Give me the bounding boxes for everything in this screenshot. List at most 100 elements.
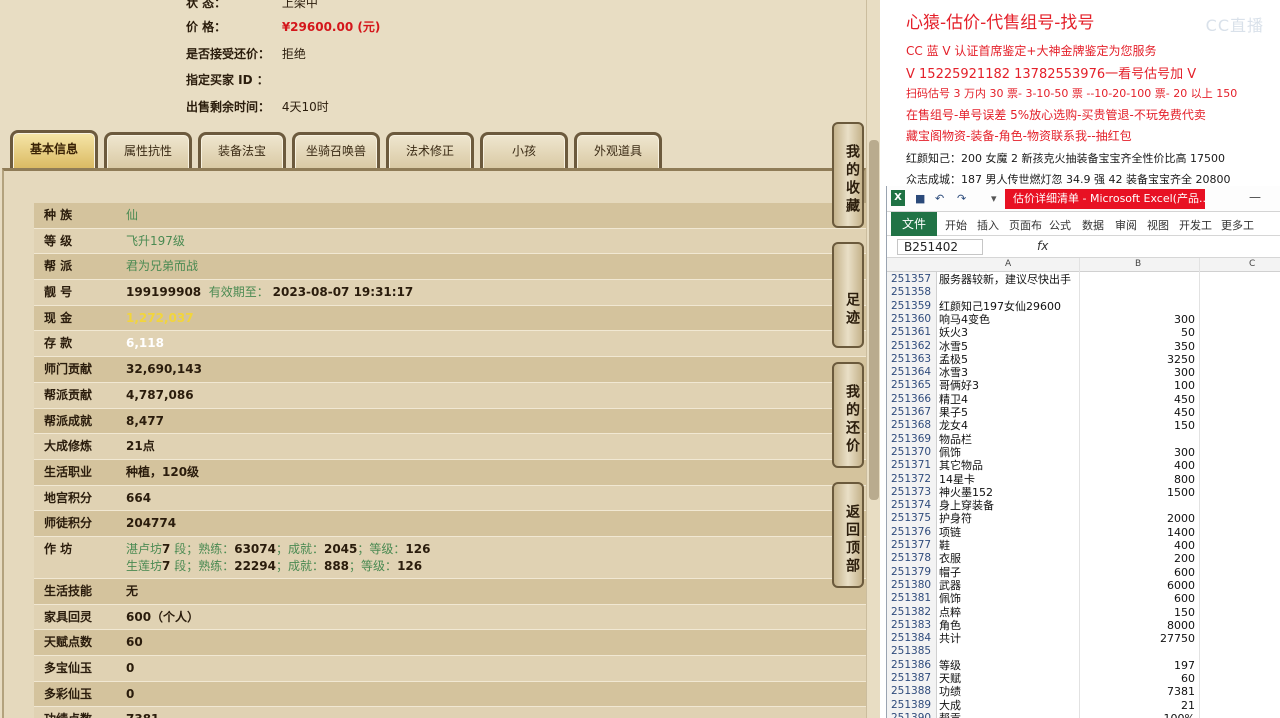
cell-a[interactable]: 冰雪3 bbox=[939, 366, 1079, 379]
cell-a[interactable]: 武器 bbox=[939, 579, 1079, 592]
cell-b[interactable]: 600 bbox=[1081, 592, 1195, 605]
tab-spell-mods[interactable]: 法术修正 bbox=[386, 132, 474, 170]
cell-a[interactable]: 服务器较新，建议尽快出手 bbox=[939, 273, 1079, 286]
tab-mounts-pets[interactable]: 坐骑召唤兽 bbox=[292, 132, 380, 170]
cell-b[interactable]: 300 bbox=[1081, 366, 1195, 379]
cell-b[interactable]: 450 bbox=[1081, 406, 1195, 419]
ribbon-tab-review[interactable]: 审阅 bbox=[1115, 217, 1137, 233]
cell-a[interactable]: 大成 bbox=[939, 699, 1079, 712]
col-header-b[interactable]: B bbox=[1135, 259, 1141, 269]
cell-b[interactable]: 8000 bbox=[1081, 619, 1195, 632]
cell-b[interactable]: 2000 bbox=[1081, 512, 1195, 525]
tab-equipment[interactable]: 装备法宝 bbox=[198, 132, 286, 170]
cell-b[interactable]: 1400 bbox=[1081, 526, 1195, 539]
ribbon-tab-layout[interactable]: 页面布 bbox=[1009, 217, 1042, 233]
my-offers-button[interactable]: 我的还价 bbox=[832, 362, 864, 468]
page-scrollbar[interactable] bbox=[866, 0, 880, 718]
cell-b[interactable]: 150 bbox=[1081, 606, 1195, 619]
redo-icon[interactable]: ↷ bbox=[957, 192, 966, 205]
sheet-row[interactable]: 251389 大成 21 bbox=[887, 699, 1280, 712]
sheet-row[interactable]: 251372 14星卡 800 bbox=[887, 473, 1280, 486]
sheet-row[interactable]: 251370 佩饰 300 bbox=[887, 446, 1280, 459]
cell-b[interactable]: 6000 bbox=[1081, 579, 1195, 592]
undo-icon[interactable]: ↶ bbox=[935, 192, 944, 205]
cell-a[interactable]: 冰雪5 bbox=[939, 340, 1079, 353]
sheet-row[interactable]: 251359 红颜知己197女仙29600 bbox=[887, 300, 1280, 313]
cell-a[interactable]: 功绩 bbox=[939, 685, 1079, 698]
cell-b[interactable]: 100% bbox=[1081, 712, 1195, 718]
cell-b[interactable]: 400 bbox=[1081, 459, 1195, 472]
cell-b[interactable]: 50 bbox=[1081, 326, 1195, 339]
sheet-row[interactable]: 251363 孟极5 3250 bbox=[887, 353, 1280, 366]
sheet-row[interactable]: 251380 武器 6000 bbox=[887, 579, 1280, 592]
sheet-row[interactable]: 251367 果子5 450 bbox=[887, 406, 1280, 419]
spreadsheet-grid[interactable]: A B C 251357 服务器较新，建议尽快出手 251358 251359 红颜知己… bbox=[887, 258, 1280, 718]
sheet-row[interactable]: 251361 妖火3 50 bbox=[887, 326, 1280, 339]
sheet-row[interactable]: 251388 功绩 7381 bbox=[887, 685, 1280, 698]
customize-icon[interactable]: ▾ bbox=[991, 192, 997, 205]
tab-children[interactable]: 小孩 bbox=[480, 132, 568, 170]
cell-b[interactable]: 450 bbox=[1081, 393, 1195, 406]
cell-a[interactable]: 帽子 bbox=[939, 566, 1079, 579]
cell-a[interactable]: 哥俩好3 bbox=[939, 379, 1079, 392]
sheet-row[interactable]: 251377 鞋 400 bbox=[887, 539, 1280, 552]
sheet-row[interactable]: 251378 衣服 200 bbox=[887, 552, 1280, 565]
cell-b[interactable]: 21 bbox=[1081, 699, 1195, 712]
sheet-row[interactable]: 251386 等级 197 bbox=[887, 659, 1280, 672]
sheet-row[interactable]: 251360 响马4变色 300 bbox=[887, 313, 1280, 326]
sheet-row[interactable]: 251369 物品栏 bbox=[887, 433, 1280, 446]
tab-attributes[interactable]: 属性抗性 bbox=[104, 132, 192, 170]
scroll-thumb[interactable] bbox=[869, 140, 879, 500]
cell-a[interactable]: 响马4变色 bbox=[939, 313, 1079, 326]
cell-b[interactable]: 200 bbox=[1081, 552, 1195, 565]
cell-a[interactable]: 果子5 bbox=[939, 406, 1079, 419]
cell-a[interactable]: 点粹 bbox=[939, 606, 1079, 619]
cell-b[interactable]: 27750 bbox=[1081, 632, 1195, 645]
tab-appearance[interactable]: 外观道具 bbox=[574, 132, 662, 170]
ribbon-tab-data[interactable]: 数据 bbox=[1082, 217, 1104, 233]
cell-a[interactable]: 护身符 bbox=[939, 512, 1079, 525]
cell-a[interactable]: 红颜知己197女仙29600 bbox=[939, 300, 1079, 313]
cell-a[interactable]: 等级 bbox=[939, 659, 1079, 672]
sheet-row[interactable]: 251357 服务器较新，建议尽快出手 bbox=[887, 273, 1280, 286]
ribbon-tab-more[interactable]: 更多工 bbox=[1221, 217, 1254, 233]
cell-a[interactable]: 精卫4 bbox=[939, 393, 1079, 406]
cell-b[interactable]: 400 bbox=[1081, 539, 1195, 552]
cell-b[interactable]: 3250 bbox=[1081, 353, 1195, 366]
col-header-c[interactable]: C bbox=[1249, 259, 1255, 269]
cell-b[interactable]: 197 bbox=[1081, 659, 1195, 672]
back-to-top-button[interactable]: 返回顶部 bbox=[832, 482, 864, 588]
ribbon-tab-home[interactable]: 开始 bbox=[945, 217, 967, 233]
sheet-row[interactable]: 251375 护身符 2000 bbox=[887, 512, 1280, 525]
cell-a[interactable]: 身上穿装备 bbox=[939, 499, 1079, 512]
name-box[interactable]: B251402 bbox=[897, 239, 983, 255]
fx-icon[interactable]: fx bbox=[1037, 239, 1048, 253]
sheet-row[interactable]: 251371 其它物品 400 bbox=[887, 459, 1280, 472]
tab-basic-info[interactable]: 基本信息 bbox=[10, 130, 98, 170]
sheet-row[interactable]: 251381 佩饰 600 bbox=[887, 592, 1280, 605]
cell-a[interactable]: 佩饰 bbox=[939, 592, 1079, 605]
sheet-row[interactable]: 251358 bbox=[887, 286, 1280, 299]
col-header-a[interactable]: A bbox=[1005, 259, 1011, 269]
cell-a[interactable]: 孟极5 bbox=[939, 353, 1079, 366]
sheet-row[interactable]: 251382 点粹 150 bbox=[887, 606, 1280, 619]
cell-b[interactable]: 100 bbox=[1081, 379, 1195, 392]
ribbon-tab-insert[interactable]: 插入 bbox=[977, 217, 999, 233]
sheet-row[interactable]: 251383 角色 8000 bbox=[887, 619, 1280, 632]
ribbon-tab-formulas[interactable]: 公式 bbox=[1049, 217, 1071, 233]
cell-b[interactable]: 60 bbox=[1081, 672, 1195, 685]
ribbon-tab-developer[interactable]: 开发工 bbox=[1179, 217, 1212, 233]
sheet-row[interactable]: 251387 天赋 60 bbox=[887, 672, 1280, 685]
sheet-row[interactable]: 251364 冰雪3 300 bbox=[887, 366, 1280, 379]
cell-a[interactable]: 角色 bbox=[939, 619, 1079, 632]
sheet-row[interactable]: 251385 bbox=[887, 645, 1280, 658]
sheet-row[interactable]: 251390 帮贡100% bbox=[887, 712, 1280, 718]
sheet-row[interactable]: 251384 共计 27750 bbox=[887, 632, 1280, 645]
sheet-row[interactable]: 251368 龙女4 150 bbox=[887, 419, 1280, 432]
sheet-row[interactable]: 251373 神火墨152 1500 bbox=[887, 486, 1280, 499]
cell-a[interactable]: 14星卡 bbox=[939, 473, 1079, 486]
cell-a[interactable]: 帮贡 bbox=[939, 712, 1079, 718]
sheet-row[interactable]: 251376 项链 1400 bbox=[887, 526, 1280, 539]
save-icon[interactable]: ■ bbox=[915, 192, 925, 205]
cell-a[interactable]: 物品栏 bbox=[939, 433, 1079, 446]
